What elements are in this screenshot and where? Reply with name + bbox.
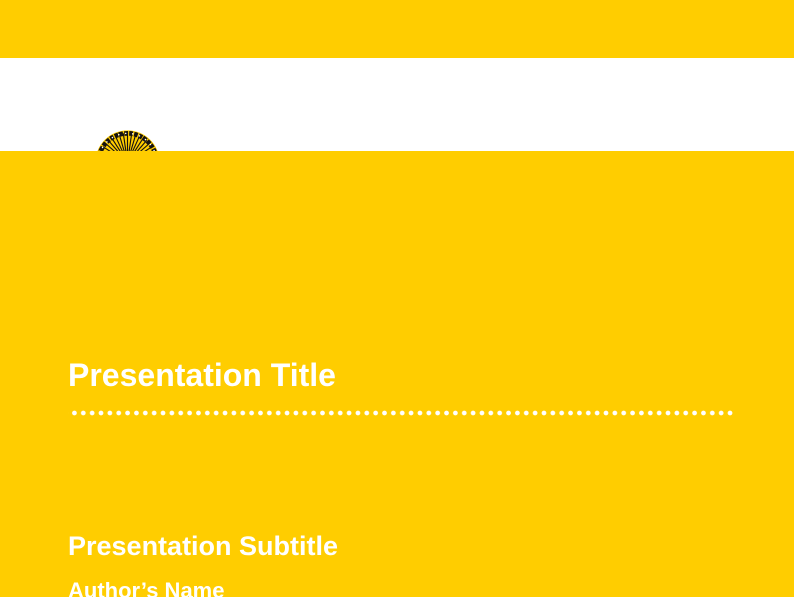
presentation-title: Presentation Title bbox=[68, 357, 336, 394]
top-yellow-band bbox=[0, 0, 794, 58]
header-band: Utrecht University bbox=[0, 58, 794, 151]
slide-body: Presentation Title Presentation Subtitle… bbox=[0, 151, 794, 597]
dotted-separator bbox=[68, 408, 733, 418]
author-name: Author’s Name bbox=[68, 578, 224, 597]
presentation-subtitle: Presentation Subtitle bbox=[68, 531, 338, 562]
